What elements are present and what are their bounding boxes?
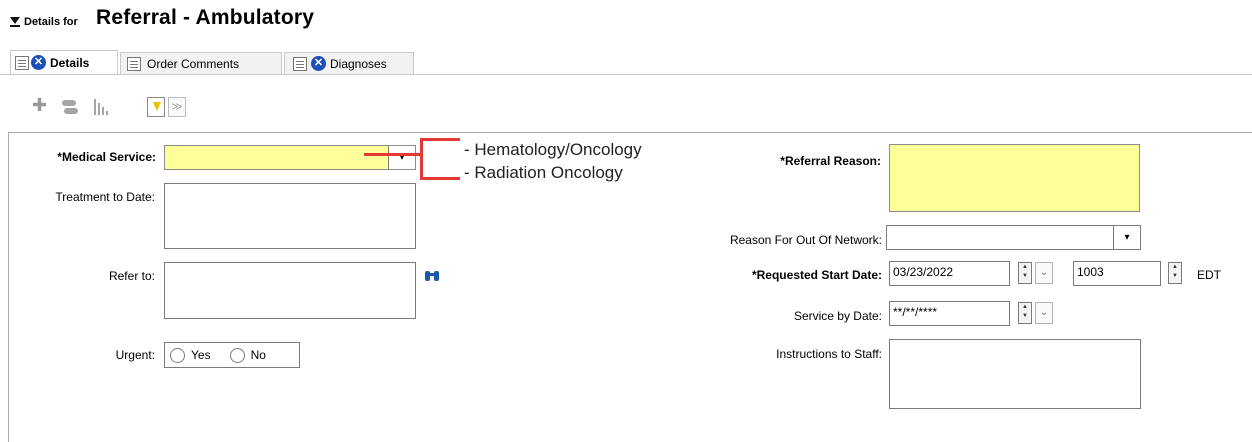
chevron-down-icon[interactable]: ⌄ xyxy=(1035,262,1053,284)
diagnosis-doc-icon xyxy=(293,56,307,71)
requested-start-time-field[interactable]: 1003 xyxy=(1073,261,1161,286)
reason-out-of-network-combo[interactable]: ▾ xyxy=(886,225,1141,250)
annotation-bracket-bottom xyxy=(420,177,460,180)
annotation-pointer xyxy=(364,153,420,156)
requested-start-date-field[interactable]: 03/23/2022 xyxy=(889,261,1010,286)
time-spin-icon[interactable]: ▲ ▼ xyxy=(1168,262,1182,284)
tab-details[interactable]: ✕ Details xyxy=(10,50,118,74)
urgent-yes-label: Yes xyxy=(191,348,211,362)
annotation-bracket-vertical xyxy=(420,138,423,180)
instructions-to-staff-field[interactable] xyxy=(889,339,1141,409)
missing-required-icon: ✕ xyxy=(311,56,326,71)
timezone-label: EDT xyxy=(1197,268,1221,282)
urgent-no-radio[interactable] xyxy=(229,347,245,363)
requested-start-date-value: 03/23/2022 xyxy=(893,265,954,279)
reason-out-of-network-label: Reason For Out Of Network: xyxy=(729,233,882,247)
date-spin-icon[interactable]: ▲ ▼ xyxy=(1018,302,1032,324)
details-for-label: Details for xyxy=(24,16,78,28)
collapse-icon[interactable] xyxy=(10,17,20,24)
annotation-option-hematology: - Hematology/Oncology xyxy=(464,140,642,159)
annotation-bracket-top xyxy=(420,138,460,141)
instructions-to-staff-label: Instructions to Staff: xyxy=(776,347,882,361)
pill-icon[interactable] xyxy=(60,98,80,116)
date-spin-icon[interactable]: ▲ ▼ xyxy=(1018,262,1032,284)
plus-icon[interactable]: ✚ xyxy=(32,95,47,116)
bar-chart-icon[interactable] xyxy=(92,97,114,117)
comments-icon xyxy=(127,56,141,71)
binoculars-icon[interactable] xyxy=(424,269,440,283)
treatment-to-date-label: Treatment to Date: xyxy=(55,190,155,204)
medical-service-combo[interactable]: ▾ xyxy=(164,145,416,170)
urgent-radio-group: Yes No xyxy=(164,342,300,368)
tab-order-comments-label: Order Comments xyxy=(147,56,240,71)
collapse-icon-underline xyxy=(10,25,20,27)
order-title: Referral - Ambulatory xyxy=(96,6,315,29)
tab-diagnoses[interactable]: ✕ Diagnoses xyxy=(284,52,414,74)
requested-start-date-label: *Requested Start Date: xyxy=(751,268,882,282)
chevron-down-icon[interactable]: ▾ xyxy=(1113,226,1140,249)
tab-order-comments[interactable]: Order Comments xyxy=(120,52,282,74)
service-by-date-label: Service by Date: xyxy=(793,309,882,323)
chevron-down-icon[interactable]: ⌄ xyxy=(1035,302,1053,324)
service-by-date-value: **/**/**** xyxy=(893,305,938,319)
referral-reason-field[interactable] xyxy=(889,144,1140,212)
missing-required-icon: ✕ xyxy=(31,55,46,70)
tab-diagnoses-label: Diagnoses xyxy=(330,56,387,71)
referral-reason-label: *Referral Reason: xyxy=(780,154,881,168)
urgent-yes-radio[interactable] xyxy=(170,347,185,363)
tab-details-label: Details xyxy=(50,55,90,70)
chevron-down-icon[interactable]: ▾ xyxy=(388,146,415,169)
refer-to-field[interactable] xyxy=(164,262,416,319)
urgent-label: Urgent: xyxy=(115,348,155,362)
urgent-no-label: No xyxy=(250,348,266,362)
medical-service-label: *Medical Service: xyxy=(57,150,156,164)
next-required-button[interactable] xyxy=(147,97,165,117)
service-by-date-field[interactable]: **/**/**** xyxy=(889,301,1010,326)
treatment-to-date-field[interactable] xyxy=(164,183,416,249)
document-icon xyxy=(15,55,29,70)
refer-to-label: Refer to: xyxy=(108,269,155,283)
next-field-button[interactable]: ≫ xyxy=(168,97,186,117)
requested-start-time-value: 1003 xyxy=(1077,265,1104,279)
annotation-option-radiation: - Radiation Oncology xyxy=(464,163,623,182)
